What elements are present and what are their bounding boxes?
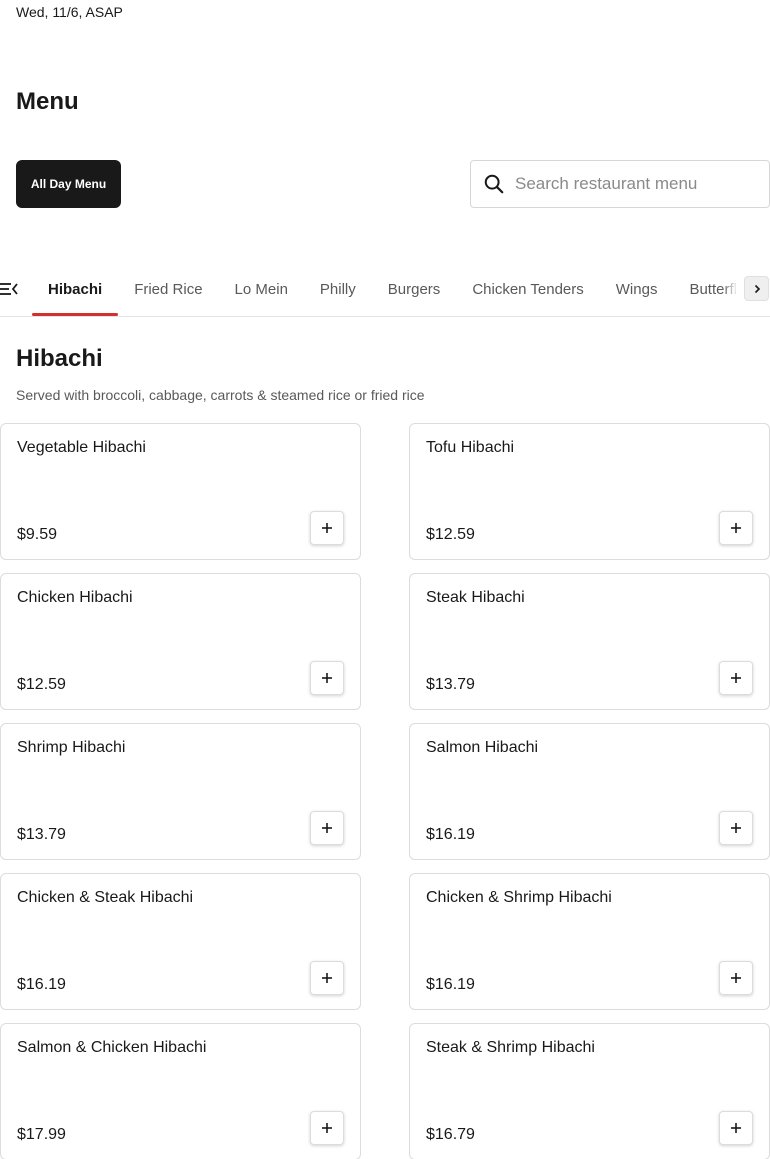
plus-icon: [322, 673, 332, 683]
plus-icon: [731, 673, 741, 683]
menu-item-price: $12.59: [426, 526, 475, 543]
menu-item-name: Shrimp Hibachi: [17, 739, 126, 756]
plus-icon: [322, 823, 332, 833]
menu-item-name: Vegetable Hibachi: [17, 439, 146, 456]
plus-icon: [731, 1123, 741, 1133]
menu-item-card[interactable]: Chicken & Shrimp Hibachi $16.19: [409, 873, 770, 1010]
tabs-scroll-right-button[interactable]: [744, 276, 769, 301]
add-item-button[interactable]: [310, 961, 344, 995]
menu-item-price: $16.19: [17, 976, 66, 993]
add-item-button[interactable]: [719, 511, 753, 545]
menu-item-card[interactable]: Shrimp Hibachi $13.79: [0, 723, 361, 860]
add-item-button[interactable]: [719, 811, 753, 845]
menu-selector-button[interactable]: All Day Menu: [16, 160, 121, 208]
menu-item-price: $12.59: [17, 676, 66, 693]
menu-item-name: Salmon Hibachi: [426, 739, 539, 756]
menu-list-icon[interactable]: [0, 280, 18, 298]
menu-item-price: $13.79: [17, 826, 66, 843]
menu-item-name: Salmon & Chicken Hibachi: [17, 1039, 207, 1056]
menu-item-price: $13.79: [426, 676, 475, 693]
menu-item-price: $17.99: [17, 1126, 66, 1143]
add-item-button[interactable]: [310, 661, 344, 695]
menu-item-card[interactable]: Steak & Shrimp Hibachi $16.79: [409, 1023, 770, 1159]
chevron-right-icon: [754, 284, 760, 293]
tab-burgers[interactable]: Burgers: [372, 266, 457, 316]
menu-item-grid: Vegetable Hibachi $9.59 Tofu Hibachi $12.59…: [0, 423, 770, 1159]
delivery-schedule[interactable]: Wed, 11/6, ASAP: [16, 4, 123, 20]
menu-item-name: Steak & Shrimp Hibachi: [426, 1039, 595, 1056]
menu-item-card[interactable]: Tofu Hibachi $12.59: [409, 423, 770, 560]
section-description: Served with broccoli, cabbage, carrots &…: [16, 387, 425, 403]
menu-item-card[interactable]: Salmon & Chicken Hibachi $17.99: [0, 1023, 361, 1159]
menu-item-price: $9.59: [17, 526, 58, 543]
menu-item-name: Chicken & Shrimp Hibachi: [426, 889, 612, 906]
search-input[interactable]: [515, 161, 769, 207]
menu-item-price: $16.19: [426, 826, 475, 843]
menu-title: Menu: [16, 88, 79, 115]
tab-philly[interactable]: Philly: [304, 266, 372, 316]
plus-icon: [322, 1123, 332, 1133]
category-tabs: Hibachi Fried Rice Lo Mein Philly Burgers Chi…: [32, 266, 753, 316]
menu-item-card[interactable]: Salmon Hibachi $16.19: [409, 723, 770, 860]
add-item-button[interactable]: [310, 511, 344, 545]
section-title: Hibachi: [16, 345, 103, 372]
tab-lo-mein[interactable]: Lo Mein: [219, 266, 304, 316]
plus-icon: [731, 523, 741, 533]
plus-icon: [731, 823, 741, 833]
search-box[interactable]: [470, 160, 770, 208]
menu-item-name: Tofu Hibachi: [426, 439, 515, 456]
category-tab-bar: Hibachi Fried Rice Lo Mein Philly Burgers Chi…: [0, 266, 770, 317]
plus-icon: [322, 973, 332, 983]
add-item-button[interactable]: [719, 1111, 753, 1145]
add-item-button[interactable]: [719, 961, 753, 995]
menu-item-card[interactable]: Steak Hibachi $13.79: [409, 573, 770, 710]
plus-icon: [731, 973, 741, 983]
menu-item-card[interactable]: Vegetable Hibachi $9.59: [0, 423, 361, 560]
menu-item-name: Chicken & Steak Hibachi: [17, 889, 194, 906]
add-item-button[interactable]: [310, 1111, 344, 1145]
tab-hibachi[interactable]: Hibachi: [32, 266, 119, 316]
tab-fried-rice[interactable]: Fried Rice: [118, 266, 218, 316]
tab-chicken-tenders[interactable]: Chicken Tenders: [456, 266, 599, 316]
tab-wings[interactable]: Wings: [600, 266, 674, 316]
menu-item-name: Steak Hibachi: [426, 589, 525, 606]
tab-butterfl[interactable]: Butterfl: [673, 266, 753, 316]
menu-item-card[interactable]: Chicken & Steak Hibachi $16.19: [0, 873, 361, 1010]
page: Wed, 11/6, ASAP Menu All Day Menu Hibach…: [0, 0, 770, 1159]
plus-icon: [322, 523, 332, 533]
search-icon: [484, 174, 504, 194]
menu-item-price: $16.19: [426, 976, 475, 993]
menu-item-price: $16.79: [426, 1126, 475, 1143]
menu-item-name: Chicken Hibachi: [17, 589, 133, 606]
add-item-button[interactable]: [719, 661, 753, 695]
add-item-button[interactable]: [310, 811, 344, 845]
menu-item-card[interactable]: Chicken Hibachi $12.59: [0, 573, 361, 710]
